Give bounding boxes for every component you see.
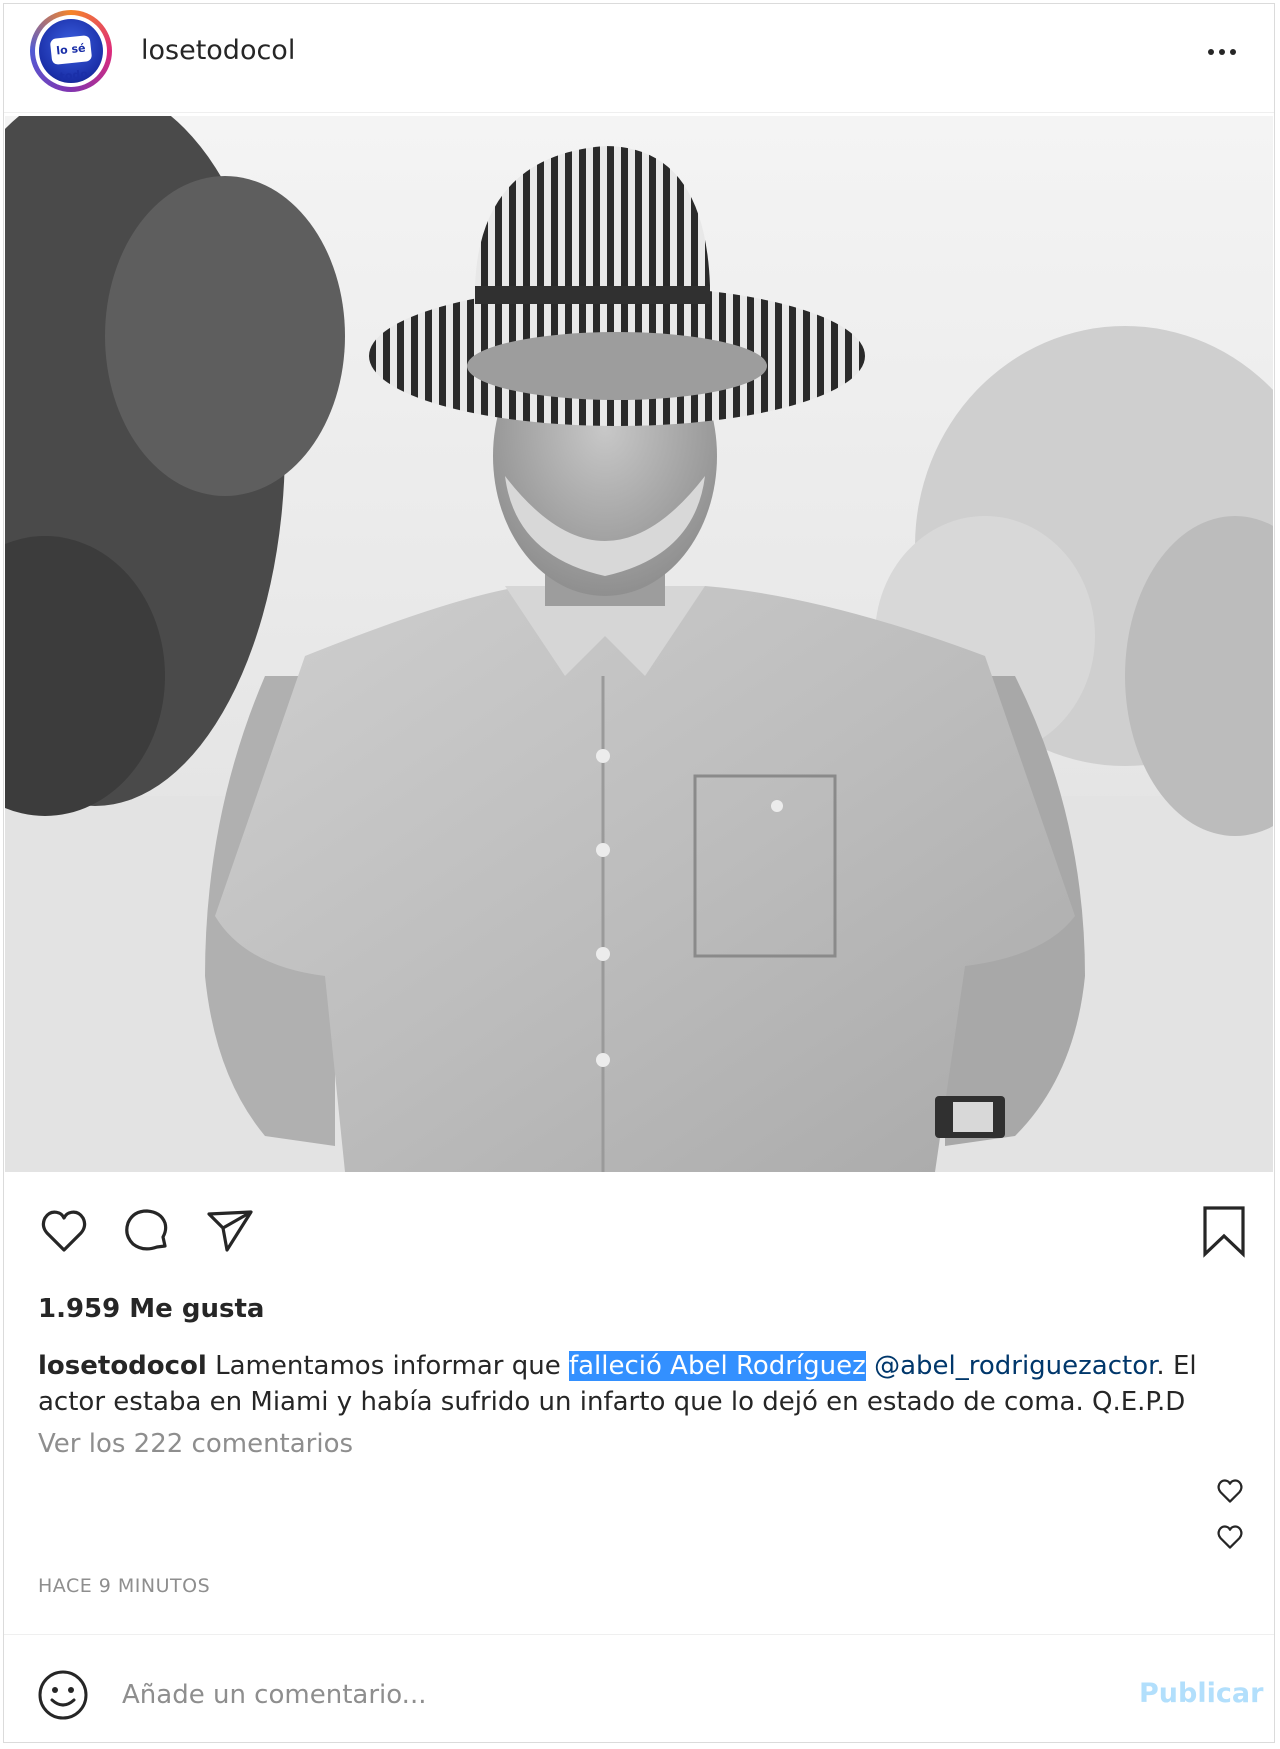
share-button[interactable] — [203, 1204, 257, 1258]
emoji-button[interactable] — [36, 1668, 90, 1722]
bookmark-icon — [1203, 1206, 1245, 1258]
header-divider — [4, 112, 1274, 113]
likes-count[interactable]: 1.959 Me gusta — [38, 1294, 264, 1324]
comment-like-button[interactable] — [1215, 1476, 1245, 1506]
like-button[interactable] — [37, 1204, 91, 1258]
post-caption: losetodocol Lamentamos informar que fall… — [38, 1348, 1248, 1420]
view-comments-link[interactable]: Ver los 222 comentarios — [38, 1429, 353, 1459]
more-options-button[interactable] — [1202, 32, 1242, 72]
save-button[interactable] — [1197, 1204, 1251, 1258]
caption-space — [866, 1351, 874, 1381]
comment-button[interactable] — [119, 1204, 173, 1258]
avatar-logo: lo sé todo — [49, 34, 93, 83]
comment-icon — [125, 1209, 168, 1251]
more-icon — [1208, 49, 1236, 55]
caption-text-start: Lamentamos informar que — [206, 1351, 569, 1381]
publish-button[interactable]: Publicar — [1139, 1678, 1263, 1709]
post-username[interactable]: losetodocol — [141, 35, 295, 66]
comment-input[interactable] — [122, 1672, 1002, 1718]
post-header: lo sé todo losetodocol — [4, 4, 1274, 112]
heart-icon — [1217, 1525, 1243, 1549]
smiley-icon — [38, 1670, 88, 1720]
post-card: lo sé todo losetodocol 1.959 Me gusta lo… — [3, 3, 1275, 1743]
caption-username[interactable]: losetodocol — [38, 1351, 207, 1381]
comment-divider — [4, 1634, 1274, 1635]
paper-plane-icon — [207, 1210, 253, 1252]
post-actions — [4, 1204, 1274, 1264]
heart-icon — [41, 1210, 87, 1252]
heart-icon — [1217, 1479, 1243, 1503]
avatar-logo-text: lo sé todo — [55, 41, 89, 84]
post-image[interactable] — [5, 116, 1273, 1172]
caption-mention[interactable]: @abel_rodriguezactor — [874, 1351, 1156, 1381]
post-timestamp[interactable]: HACE 9 MINUTOS — [38, 1575, 210, 1597]
avatar-frame: lo sé todo — [35, 15, 107, 87]
avatar[interactable]: lo sé todo — [30, 10, 112, 92]
comment-like-button[interactable] — [1215, 1522, 1245, 1552]
avatar-image: lo sé todo — [39, 19, 103, 83]
caption-highlighted-text: falleció Abel Rodríguez — [568, 1351, 866, 1381]
